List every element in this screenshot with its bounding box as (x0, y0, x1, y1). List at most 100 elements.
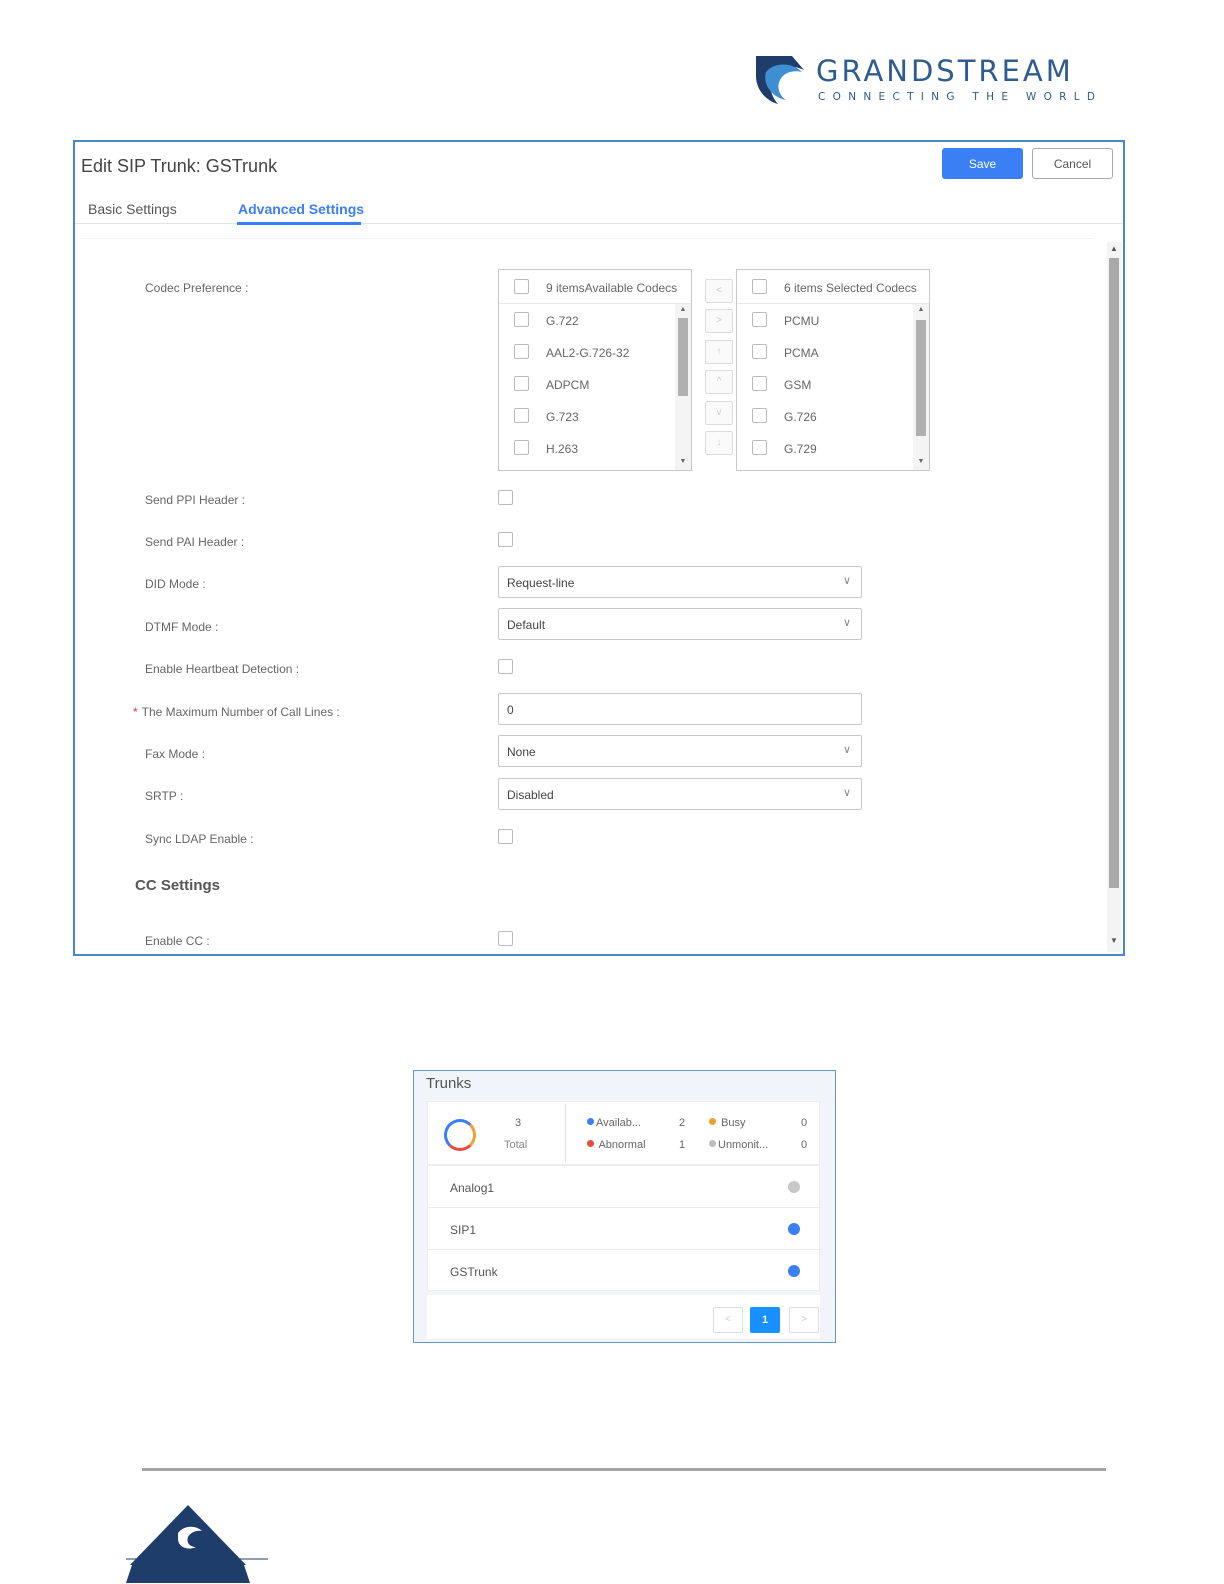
move-up-button[interactable]: ^ (705, 370, 733, 394)
max-call-lines-input[interactable]: 0 (498, 693, 862, 725)
chevron-down-icon: ∨ (842, 787, 851, 799)
codec-checkbox[interactable] (514, 440, 529, 455)
codec-name: G.723 (546, 410, 579, 424)
codec-name: H.263 (546, 442, 579, 456)
scroll-up-icon[interactable]: ▲ (675, 304, 691, 316)
required-marker: * (133, 705, 138, 719)
trunk-name: SIP1 (450, 1223, 477, 1237)
prev-page-button[interactable]: < (713, 1307, 743, 1333)
divider (565, 1104, 566, 1162)
unmonitored-count: 0 (801, 1139, 808, 1151)
total-label: Total (504, 1139, 528, 1151)
chevron-left-icon: < (716, 285, 722, 296)
form-scrollbar[interactable]: ▲ ▼ (1107, 242, 1121, 952)
available-list-scrollbar[interactable]: ▲ ▼ (675, 304, 691, 470)
status-dot-icon (788, 1223, 800, 1235)
dtmf-mode-value: Default (507, 618, 546, 632)
codec-checkbox[interactable] (752, 312, 767, 327)
current-page-button[interactable]: 1 (750, 1307, 780, 1333)
fax-mode-select[interactable]: None ∨ (498, 735, 862, 767)
list-item[interactable]: PCMA (737, 336, 913, 368)
legend-available: Availab... (587, 1117, 641, 1129)
scrollbar-thumb[interactable] (1109, 258, 1119, 888)
list-item[interactable]: PCMU (737, 304, 913, 336)
list-item[interactable]: G.722 (499, 304, 675, 336)
tab-advanced-settings[interactable]: Advanced Settings (238, 201, 364, 217)
send-ppi-header-label: Send PPI Header : (145, 493, 246, 507)
unmonitored-dot-icon (709, 1140, 716, 1147)
trunks-summary: 3 Total Availab... 2 Busy 0 Abnormal 1 U… (427, 1101, 820, 1165)
send-pai-header-label: Send PAI Header : (145, 535, 245, 549)
did-mode-value: Request-line (507, 576, 575, 590)
scroll-down-icon[interactable]: ▼ (913, 456, 929, 468)
table-row[interactable]: Analog1 (428, 1166, 821, 1208)
cancel-button[interactable]: Cancel (1032, 148, 1113, 179)
total-count: 3 (515, 1117, 522, 1129)
chevron-down-icon: ∨ (842, 575, 851, 587)
codec-checkbox[interactable] (752, 408, 767, 423)
brand-name: GRANDSTREAM (816, 54, 1074, 88)
scrollbar-thumb[interactable] (916, 320, 926, 436)
send-pai-header-checkbox[interactable] (498, 532, 513, 547)
save-button[interactable]: Save (942, 148, 1023, 179)
grandstream-logo-icon (756, 56, 804, 104)
available-dot-icon (587, 1118, 594, 1125)
move-right-button[interactable]: > (705, 309, 733, 333)
table-row[interactable]: SIP1 (428, 1208, 821, 1250)
scroll-down-icon[interactable]: ▼ (1107, 934, 1121, 948)
scroll-up-icon[interactable]: ▲ (913, 304, 929, 316)
abnormal-dot-icon (587, 1140, 594, 1147)
list-item[interactable]: GSM (737, 368, 913, 400)
scroll-down-icon[interactable]: ▼ (675, 456, 691, 468)
heartbeat-detection-label: Enable Heartbeat Detection : (145, 662, 300, 676)
edit-sip-trunk-panel: Edit SIP Trunk: GSTrunk Save Cancel Basi… (73, 140, 1125, 956)
scrollbar-thumb[interactable] (678, 318, 688, 396)
fax-mode-value: None (507, 745, 536, 759)
advanced-settings-form: Codec Preference : 9 itemsAvailable Code… (81, 238, 1093, 954)
sync-ldap-checkbox[interactable] (498, 829, 513, 844)
next-page-button[interactable]: > (789, 1307, 819, 1333)
move-bottom-button[interactable]: ↓ (705, 431, 733, 455)
status-ring-icon (444, 1119, 476, 1151)
codec-checkbox[interactable] (514, 376, 529, 391)
select-all-selected-checkbox[interactable] (752, 279, 767, 294)
list-item[interactable]: G.723 (499, 400, 675, 432)
enable-cc-checkbox[interactable] (498, 931, 513, 946)
chevron-left-icon: < (725, 1314, 731, 1325)
codec-checkbox[interactable] (514, 344, 529, 359)
codec-checkbox[interactable] (514, 312, 529, 327)
tab-basic-settings[interactable]: Basic Settings (88, 201, 177, 217)
dtmf-mode-select[interactable]: Default ∨ (498, 608, 862, 640)
move-left-button[interactable]: < (705, 279, 733, 303)
heartbeat-detection-checkbox[interactable] (498, 659, 513, 674)
move-down-button[interactable]: v (705, 401, 733, 425)
selected-list-scrollbar[interactable]: ▲ ▼ (913, 304, 929, 470)
codec-name: AAL2-G.726-32 (546, 346, 630, 360)
codec-checkbox[interactable] (752, 344, 767, 359)
trunk-name: GSTrunk (450, 1265, 498, 1279)
list-item[interactable]: H.263 (499, 432, 675, 464)
arrow-up-icon: ↑ (716, 346, 722, 357)
list-item[interactable]: ADPCM (499, 368, 675, 400)
codec-name: ADPCM (546, 378, 590, 392)
codec-checkbox[interactable] (752, 376, 767, 391)
busy-count: 0 (801, 1117, 808, 1129)
move-top-button[interactable]: ↑ (705, 340, 733, 364)
scroll-up-icon[interactable]: ▲ (1107, 242, 1121, 256)
codec-name: PCMU (784, 314, 820, 328)
codec-checkbox[interactable] (514, 408, 529, 423)
grandstream-logo: GRANDSTREAM CONNECTING THE WORLD (752, 52, 1124, 112)
srtp-select[interactable]: Disabled ∨ (498, 778, 862, 810)
list-item[interactable]: AAL2-G.726-32 (499, 336, 675, 368)
select-all-available-checkbox[interactable] (514, 279, 529, 294)
enable-cc-label: Enable CC : (145, 934, 210, 948)
footer-logo (126, 1503, 268, 1583)
list-item[interactable]: G.726 (737, 400, 913, 432)
did-mode-select[interactable]: Request-line ∨ (498, 566, 862, 598)
table-row[interactable]: GSTrunk (428, 1250, 821, 1292)
codec-checkbox[interactable] (752, 440, 767, 455)
send-ppi-header-checkbox[interactable] (498, 490, 513, 505)
codec-name: G.729 (784, 442, 817, 456)
trunks-widget: Trunks 3 Total Availab... 2 Busy 0 Abnor… (413, 1070, 836, 1343)
list-item[interactable]: G.729 (737, 432, 913, 464)
